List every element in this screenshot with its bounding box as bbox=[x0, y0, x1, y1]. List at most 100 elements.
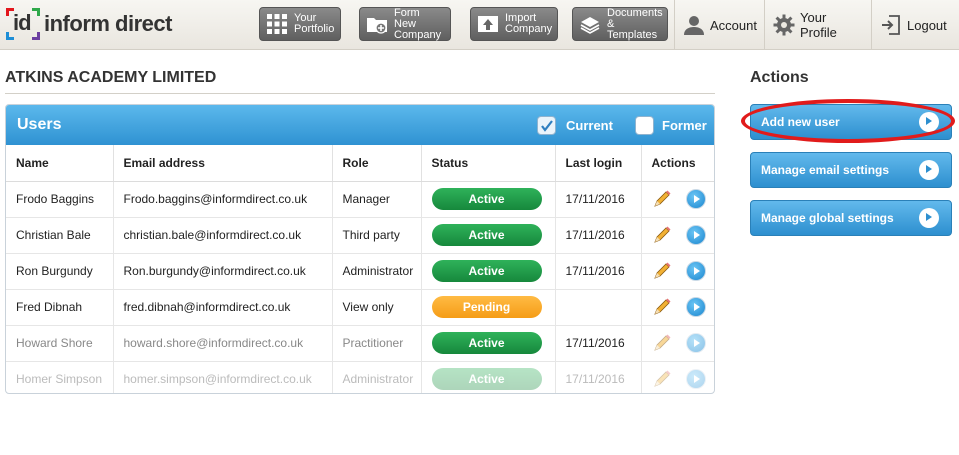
user-email: howard.shore@informdirect.co.uk bbox=[113, 325, 333, 362]
user-email: homer.simpson@informdirect.co.uk bbox=[113, 361, 333, 393]
gear-icon bbox=[773, 14, 795, 36]
user-name: Frodo Baggins bbox=[6, 181, 114, 218]
status-cell: Active bbox=[421, 253, 556, 290]
user-name: Howard Shore bbox=[6, 325, 114, 362]
view-user-arrow-icon[interactable] bbox=[685, 225, 706, 245]
manage-global-settings-button[interactable]: Manage global settings bbox=[750, 200, 952, 236]
table-row: Fred Dibnah fred.dibnah@informdirect.co.… bbox=[6, 289, 714, 326]
actions-cell bbox=[641, 325, 714, 362]
user-name: Ron Burgundy bbox=[6, 253, 114, 290]
your-profile-link[interactable]: Your Profile bbox=[764, 0, 871, 50]
edit-pencil-icon[interactable] bbox=[652, 297, 672, 317]
view-user-arrow-icon[interactable] bbox=[685, 333, 706, 353]
logout-label: Logout bbox=[907, 17, 947, 33]
status-cell: Active bbox=[421, 361, 556, 393]
user-name: Homer Simpson bbox=[6, 361, 114, 393]
edit-pencil-icon[interactable] bbox=[652, 225, 672, 245]
highlight-annotation-ellipse bbox=[741, 99, 955, 143]
user-last-login: 17/11/2016 bbox=[555, 325, 642, 362]
status-cell: Active bbox=[421, 325, 556, 362]
user-email: fred.dibnah@informdirect.co.uk bbox=[113, 289, 333, 326]
user-email: Ron.burgundy@informdirect.co.uk bbox=[113, 253, 333, 290]
folder-plus-icon bbox=[367, 18, 387, 34]
grid-icon bbox=[267, 14, 287, 34]
nav-label: Your Portfolio bbox=[294, 12, 335, 35]
top-navigation-bar: id inform direct Your Portfolio Form New… bbox=[0, 0, 959, 50]
your-profile-label: Your Profile bbox=[800, 10, 837, 40]
former-filter-label[interactable]: Former bbox=[662, 118, 707, 133]
status-badge: Active bbox=[431, 368, 542, 390]
users-panel: Users Current Former Name Email address … bbox=[5, 104, 715, 394]
user-last-login: 17/11/2016 bbox=[555, 361, 642, 393]
former-filter-checkbox[interactable] bbox=[635, 116, 654, 135]
nav-label: Form New Company bbox=[394, 6, 442, 41]
current-filter-label[interactable]: Current bbox=[566, 118, 613, 133]
status-cell: Active bbox=[421, 181, 556, 218]
upload-icon bbox=[478, 16, 498, 32]
current-filter-checkbox[interactable] bbox=[537, 116, 556, 135]
view-user-arrow-icon[interactable] bbox=[685, 189, 706, 209]
user-role: View only bbox=[332, 289, 422, 326]
logo-mark-icon: id bbox=[6, 8, 40, 40]
nav-label: Import Company bbox=[505, 12, 553, 35]
edit-pencil-icon[interactable] bbox=[652, 189, 672, 209]
status-cell: Pending bbox=[421, 289, 556, 326]
column-header-role[interactable]: Role bbox=[332, 145, 422, 182]
nav-form-new-company-button[interactable]: Form New Company bbox=[359, 7, 451, 41]
nav-your-portfolio-button[interactable]: Your Portfolio bbox=[259, 7, 341, 41]
view-user-arrow-icon[interactable] bbox=[685, 297, 706, 317]
actions-cell bbox=[641, 361, 714, 393]
logo-wordmark: inform direct bbox=[44, 11, 172, 36]
edit-pencil-icon[interactable] bbox=[652, 261, 672, 281]
user-role: Administrator bbox=[332, 253, 422, 290]
logout-link[interactable]: Logout bbox=[871, 0, 959, 50]
chevron-right-icon bbox=[919, 160, 939, 180]
status-badge: Active bbox=[431, 332, 542, 354]
actions-cell bbox=[641, 217, 714, 254]
users-panel-header: Users Current Former bbox=[6, 105, 714, 145]
edit-pencil-icon[interactable] bbox=[652, 333, 672, 353]
users-table: Name Email address Role Status Last logi… bbox=[6, 145, 714, 393]
account-link[interactable]: Account bbox=[674, 0, 764, 50]
logout-icon bbox=[882, 15, 900, 35]
table-row: Christian Bale christian.bale@informdire… bbox=[6, 217, 714, 254]
table-row: Homer Simpson homer.simpson@informdirect… bbox=[6, 361, 714, 393]
user-last-login: 17/11/2016 bbox=[555, 181, 642, 218]
user-role: Practitioner bbox=[332, 325, 422, 362]
status-badge: Active bbox=[431, 260, 542, 282]
user-role: Third party bbox=[332, 217, 422, 254]
inform-direct-logo[interactable]: id inform direct bbox=[6, 8, 172, 40]
manage-global-settings-label: Manage global settings bbox=[761, 211, 894, 225]
documents-icon bbox=[580, 17, 600, 34]
column-header-name[interactable]: Name bbox=[6, 145, 114, 182]
actions-heading: Actions bbox=[750, 69, 809, 86]
status-badge: Pending bbox=[431, 296, 542, 318]
chevron-right-icon bbox=[919, 208, 939, 228]
edit-pencil-icon[interactable] bbox=[652, 369, 672, 389]
user-last-login: 17/11/2016 bbox=[555, 253, 642, 290]
column-header-email[interactable]: Email address bbox=[113, 145, 333, 182]
actions-cell bbox=[641, 289, 714, 326]
account-label: Account bbox=[710, 17, 757, 33]
table-row: Ron Burgundy Ron.burgundy@informdirect.c… bbox=[6, 253, 714, 290]
column-header-status[interactable]: Status bbox=[421, 145, 556, 182]
view-user-arrow-icon[interactable] bbox=[685, 261, 706, 281]
view-user-arrow-icon[interactable] bbox=[685, 369, 706, 389]
column-header-actions: Actions bbox=[641, 145, 714, 182]
manage-email-settings-label: Manage email settings bbox=[761, 163, 890, 177]
user-email: christian.bale@informdirect.co.uk bbox=[113, 217, 333, 254]
status-badge: Active bbox=[431, 224, 542, 246]
status-cell: Active bbox=[421, 217, 556, 254]
nav-documents-templates-button[interactable]: Documents & Templates bbox=[572, 7, 668, 41]
page-title: ATKINS ACADEMY LIMITED bbox=[5, 69, 217, 86]
user-role: Manager bbox=[332, 181, 422, 218]
table-row: Howard Shore howard.shore@informdirect.c… bbox=[6, 325, 714, 362]
user-name: Fred Dibnah bbox=[6, 289, 114, 326]
column-header-last-login[interactable]: Last login bbox=[555, 145, 642, 182]
checkmark-icon bbox=[541, 120, 553, 132]
user-role: Administrator bbox=[332, 361, 422, 393]
table-header-row: Name Email address Role Status Last logi… bbox=[6, 145, 714, 182]
user-name: Christian Bale bbox=[6, 217, 114, 254]
nav-import-company-button[interactable]: Import Company bbox=[470, 7, 558, 41]
manage-email-settings-button[interactable]: Manage email settings bbox=[750, 152, 952, 188]
